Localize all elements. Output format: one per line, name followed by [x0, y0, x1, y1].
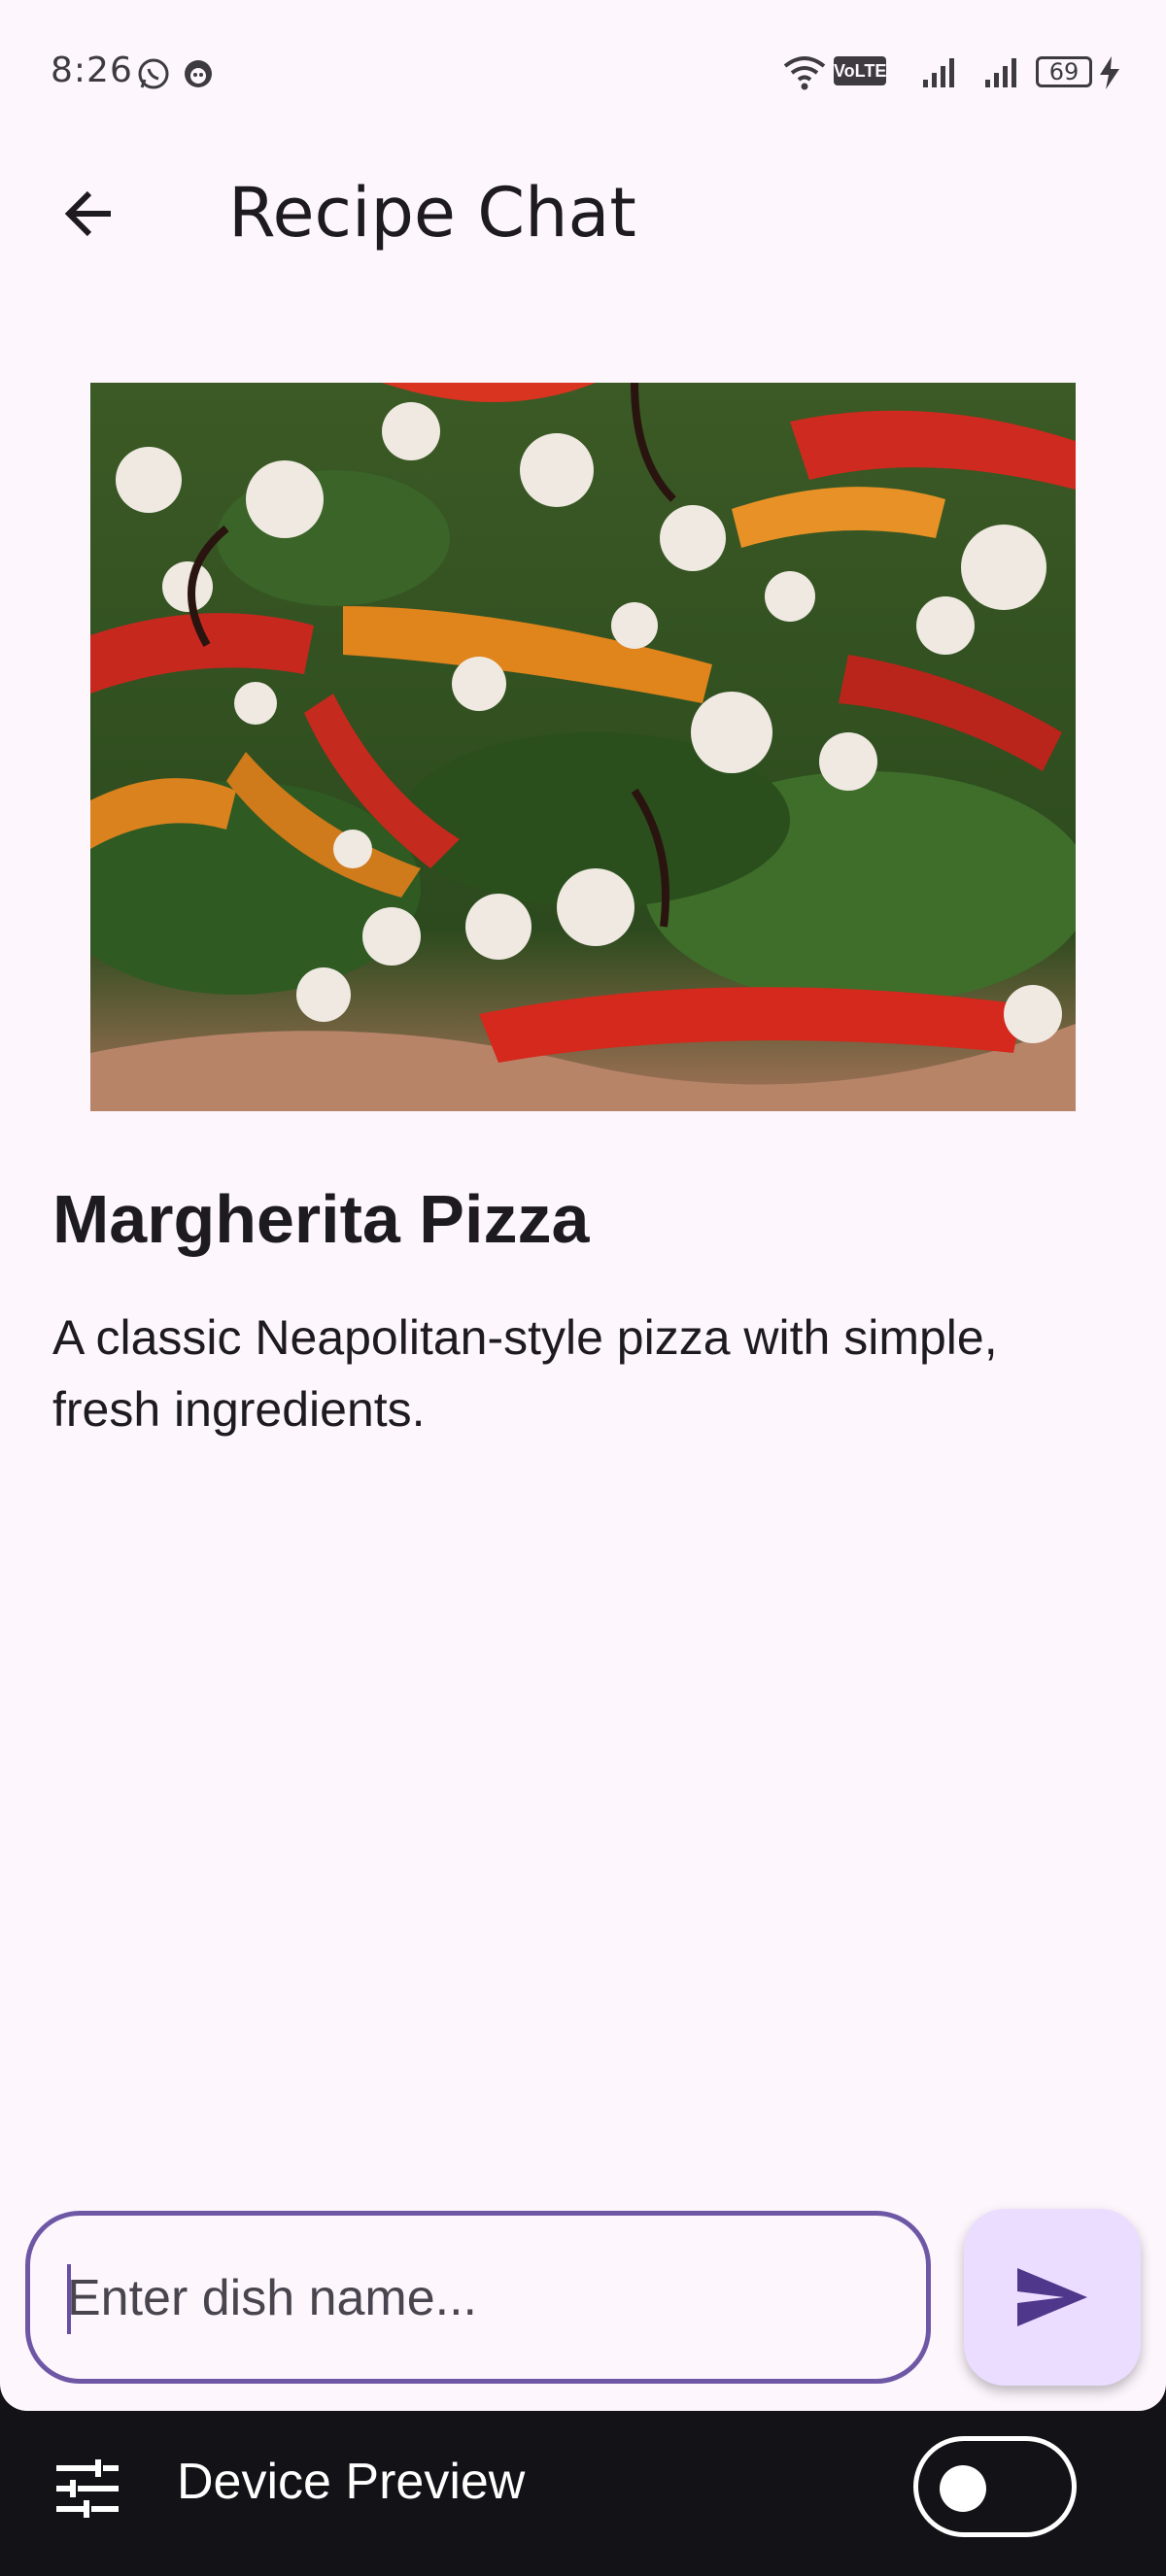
- send-button[interactable]: [964, 2209, 1141, 2386]
- back-button[interactable]: [51, 175, 128, 253]
- wifi-icon: [783, 56, 826, 90]
- app-screen: 8:26 VoLTE 69 Recipe Chat Margherita Piz…: [0, 0, 1166, 2411]
- send-icon: [1017, 2268, 1087, 2326]
- charging-icon: [1100, 56, 1119, 89]
- device-preview-label: Device Preview: [177, 2454, 526, 2510]
- recipe-title: Margherita Pizza: [52, 1181, 590, 1257]
- recipe-image: [90, 383, 1076, 1111]
- signal-icon-sim2: [985, 58, 1016, 87]
- battery-level: 69: [1048, 58, 1080, 85]
- arrow-back-icon: [64, 190, 111, 237]
- text-cursor: [67, 2264, 71, 2334]
- whatsapp-icon: [138, 58, 169, 89]
- signal-icon-sim1: [923, 58, 954, 87]
- dish-input-container[interactable]: [25, 2211, 931, 2384]
- battery-indicator: 69: [1036, 56, 1092, 87]
- notification-app-icon: [185, 60, 212, 87]
- dish-name-input[interactable]: [65, 2216, 905, 2381]
- volte-badge: VoLTE: [834, 56, 886, 85]
- page-title: Recipe Chat: [228, 173, 636, 253]
- status-bar: 8:26 VoLTE 69: [0, 0, 1166, 146]
- device-preview-toggle[interactable]: [913, 2436, 1077, 2537]
- tune-icon[interactable]: [56, 2459, 119, 2518]
- status-time: 8:26: [51, 51, 133, 90]
- toggle-knob: [940, 2465, 986, 2512]
- volte-label: VoLTE: [834, 61, 887, 81]
- recipe-description: A classic Neapolitan-style pizza with si…: [52, 1310, 998, 1437]
